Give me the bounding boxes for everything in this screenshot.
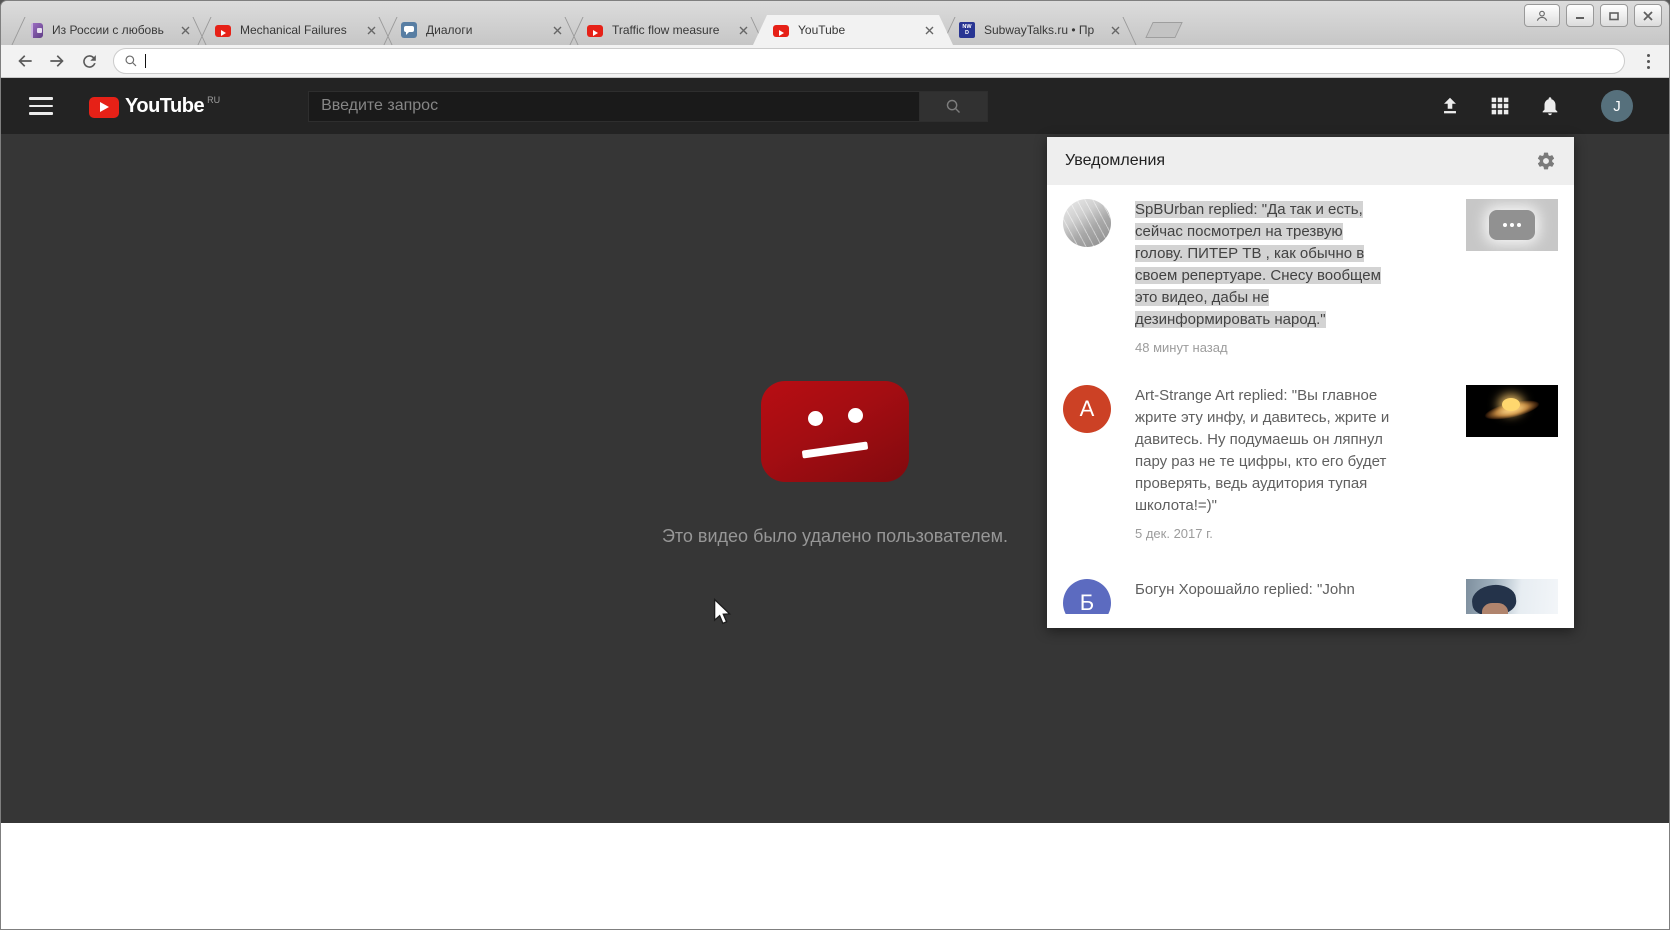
mouse-cursor xyxy=(711,598,733,626)
notification-item[interactable]: A Art-Strange Art replied: "Вы главное ж… xyxy=(1047,385,1574,541)
reload-icon xyxy=(80,52,99,71)
close-window-button[interactable] xyxy=(1634,4,1662,27)
page-below-player xyxy=(1,823,1669,930)
nwd-icon: NW D xyxy=(959,22,975,38)
bell-icon[interactable] xyxy=(1539,95,1561,117)
notification-item[interactable]: SpBUrban replied: "Да так и есть, сейчас… xyxy=(1047,199,1574,355)
minimize-icon xyxy=(1574,10,1586,22)
purple-book-icon xyxy=(31,23,43,38)
mouth-icon xyxy=(802,441,868,458)
search-icon xyxy=(945,98,962,115)
user-avatar[interactable]: J xyxy=(1601,90,1633,122)
deleted-video-message: Это видео было удалено пользователем. xyxy=(662,526,1008,547)
notification-text: SpBUrban replied: "Да так и есть, сейчас… xyxy=(1135,199,1391,331)
video-thumbnail xyxy=(1466,385,1558,437)
new-tab-button[interactable] xyxy=(1145,22,1182,38)
browser-menu-button[interactable] xyxy=(1639,49,1657,73)
hamburger-menu-icon[interactable] xyxy=(29,97,53,115)
tab-mechanical-failures[interactable]: Mechanical Failures xyxy=(195,15,395,45)
notifications-header: Уведомления xyxy=(1047,137,1574,185)
search-input[interactable] xyxy=(308,91,920,122)
reload-button[interactable] xyxy=(75,47,103,75)
notifications-list: SpBUrban replied: "Да так и есть, сейчас… xyxy=(1047,185,1574,614)
masthead-icons xyxy=(1439,95,1561,117)
avatar: A xyxy=(1063,385,1111,433)
tab-youtube-active[interactable]: YouTube xyxy=(753,15,953,45)
tab-dialogi[interactable]: Диалоги xyxy=(381,15,581,45)
window-controls xyxy=(1524,4,1662,27)
notification-time: 48 минут назад xyxy=(1135,340,1391,355)
tab-iz-rossii[interactable]: Из России с любовь xyxy=(9,15,209,45)
person-icon xyxy=(1535,9,1549,23)
notification-text: Богун Хорошайло replied: "John xyxy=(1135,579,1391,601)
titlebar: Из России с любовь Mechanical Failures Д… xyxy=(1,1,1669,45)
search-button[interactable] xyxy=(920,91,988,122)
text-caret xyxy=(145,54,146,68)
maximize-icon xyxy=(1608,10,1620,22)
deleted-video-icon xyxy=(761,381,909,482)
logo-country-badge: RU xyxy=(207,95,220,105)
close-icon xyxy=(1642,10,1654,22)
eye-icon xyxy=(808,411,823,426)
video-thumbnail xyxy=(1466,579,1558,614)
tab-title: Traffic flow measure xyxy=(612,23,732,37)
tab-title: Диалоги xyxy=(426,23,546,37)
minimize-button[interactable] xyxy=(1566,4,1594,27)
back-arrow-icon xyxy=(15,51,35,71)
tab-close-icon[interactable] xyxy=(736,23,751,38)
youtube-logo[interactable]: YouTube RU xyxy=(89,95,220,118)
youtube-icon xyxy=(587,25,603,37)
tab-close-icon[interactable] xyxy=(364,23,379,38)
youtube-icon xyxy=(773,25,789,37)
url-input[interactable] xyxy=(153,54,1614,69)
search-area xyxy=(308,91,988,122)
tab-close-icon[interactable] xyxy=(1108,23,1123,38)
avatar xyxy=(1063,199,1111,247)
video-thumbnail xyxy=(1466,199,1558,251)
maximize-button[interactable] xyxy=(1600,4,1628,27)
notification-time: 5 дек. 2017 г. xyxy=(1135,526,1391,541)
avatar-letter: J xyxy=(1613,98,1621,115)
browser-window: Из России с любовь Mechanical Failures Д… xyxy=(0,0,1670,930)
avatar: Б xyxy=(1063,579,1111,614)
tab-traffic-flow[interactable]: Traffic flow measure xyxy=(567,15,767,45)
youtube-icon xyxy=(215,25,231,37)
forward-arrow-icon xyxy=(47,51,67,71)
browser-profile-button[interactable] xyxy=(1524,4,1560,27)
notification-text: Art-Strange Art replied: "Вы главное жри… xyxy=(1135,385,1391,517)
browser-toolbar xyxy=(1,45,1669,78)
address-bar[interactable] xyxy=(113,48,1625,74)
tab-close-icon[interactable] xyxy=(922,23,937,38)
notification-item[interactable]: Б Богун Хорошайло replied: "John xyxy=(1047,579,1574,614)
search-icon xyxy=(124,54,138,68)
eye-icon xyxy=(848,408,863,423)
tab-title: Из России с любовь xyxy=(52,23,174,37)
tab-strip: Из России с любовь Mechanical Failures Д… xyxy=(9,15,1179,45)
tab-close-icon[interactable] xyxy=(178,23,193,38)
back-button[interactable] xyxy=(11,47,39,75)
gear-icon[interactable] xyxy=(1536,151,1556,171)
tab-close-icon[interactable] xyxy=(550,23,565,38)
tab-title: YouTube xyxy=(798,23,918,37)
tab-title: Mechanical Failures xyxy=(240,23,360,37)
notifications-panel: Уведомления SpBUrban replied: "Да так и … xyxy=(1047,137,1574,628)
tab-subwaytalks[interactable]: NW D SubwayTalks.ru • Пр xyxy=(939,15,1139,45)
tab-title: SubwayTalks.ru • Пр xyxy=(984,23,1104,37)
blue-chat-icon xyxy=(401,22,417,38)
forward-button[interactable] xyxy=(43,47,71,75)
youtube-masthead: YouTube RU J xyxy=(1,78,1669,134)
upload-icon[interactable] xyxy=(1439,95,1461,117)
notifications-title: Уведомления xyxy=(1065,152,1165,170)
apps-grid-icon[interactable] xyxy=(1490,96,1510,116)
youtube-play-icon xyxy=(89,97,119,118)
logo-text: YouTube xyxy=(125,95,204,118)
